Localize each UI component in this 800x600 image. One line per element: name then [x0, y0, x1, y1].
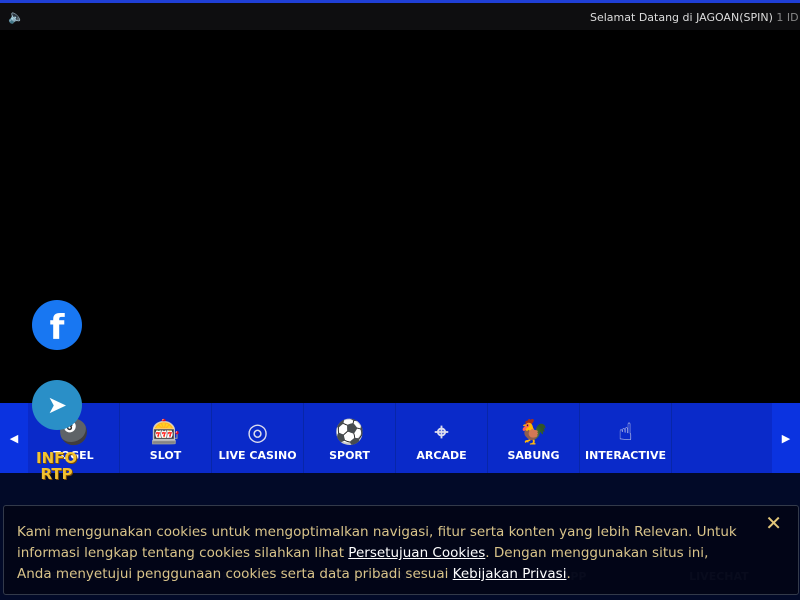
roulette-icon: ◎ — [247, 417, 268, 446]
marquee-text: Selamat Datang di JAGOAN(SPIN) — [590, 11, 773, 24]
nav-item-sabung[interactable]: 🐓 SABUNG — [488, 403, 580, 473]
rooster-icon: 🐓 — [518, 417, 549, 446]
telegram-icon[interactable]: ➤ — [32, 380, 82, 430]
cookie-text: . — [566, 566, 571, 582]
soccer-ball-icon: ⚽ — [334, 417, 365, 446]
slot-machine-icon: 🎰 — [150, 417, 181, 446]
privacy-policy-link[interactable]: Kebijakan Privasi — [453, 566, 567, 582]
nav-left-arrow[interactable]: ◀ — [0, 403, 28, 473]
info-rtp-line1: INFO — [36, 449, 78, 467]
nav-item-live-casino[interactable]: ◎ LIVE CASINO — [212, 403, 304, 473]
marquee-tail: 1 ID U — [776, 11, 800, 24]
cookie-consent-link[interactable]: Persetujuan Cookies — [348, 545, 485, 561]
game-category-nav: ◀ 🎱 TOGEL 🎰 SLOT ◎ LIVE CASINO ⚽ SPORT ⌖ ARCADE 🐓 S… — [0, 403, 800, 473]
speaker-icon[interactable]: 🔈 — [8, 10, 24, 25]
info-rtp-line2: RTP — [40, 465, 73, 483]
nav-item-label: SPORT — [329, 448, 370, 462]
cookie-banner: Kami menggunakan cookies untuk mengoptim… — [3, 505, 799, 595]
announcement-marquee: Selamat Datang di JAGOAN(SPIN) 1 ID U — [590, 11, 800, 24]
nav-item-arcade[interactable]: ⌖ ARCADE — [396, 403, 488, 473]
top-bar: 🔈 Selamat Datang di JAGOAN(SPIN) 1 ID U — [0, 3, 800, 30]
info-rtp-button[interactable]: INFO RTP — [36, 450, 77, 482]
nav-item-label: SABUNG — [507, 448, 560, 462]
nav-item-sport[interactable]: ⚽ SPORT — [304, 403, 396, 473]
nav-right-arrow[interactable]: ▶ — [772, 403, 800, 473]
nav-item-label: SLOT — [149, 448, 182, 462]
facebook-icon[interactable]: f — [32, 300, 82, 350]
close-icon[interactable]: ✕ — [765, 513, 782, 534]
nav-item-label: ARCADE — [416, 448, 467, 462]
nav-item-interactive[interactable]: ☝ INTERACTIVE — [580, 403, 672, 473]
nav-item-label: INTERACTIVE — [585, 448, 666, 462]
nav-item-label: LIVE CASINO — [218, 448, 297, 462]
nav-item-slot[interactable]: 🎰 SLOT — [120, 403, 212, 473]
crosshair-icon: ⌖ — [434, 417, 449, 446]
touch-icon: ☝ — [618, 417, 633, 446]
